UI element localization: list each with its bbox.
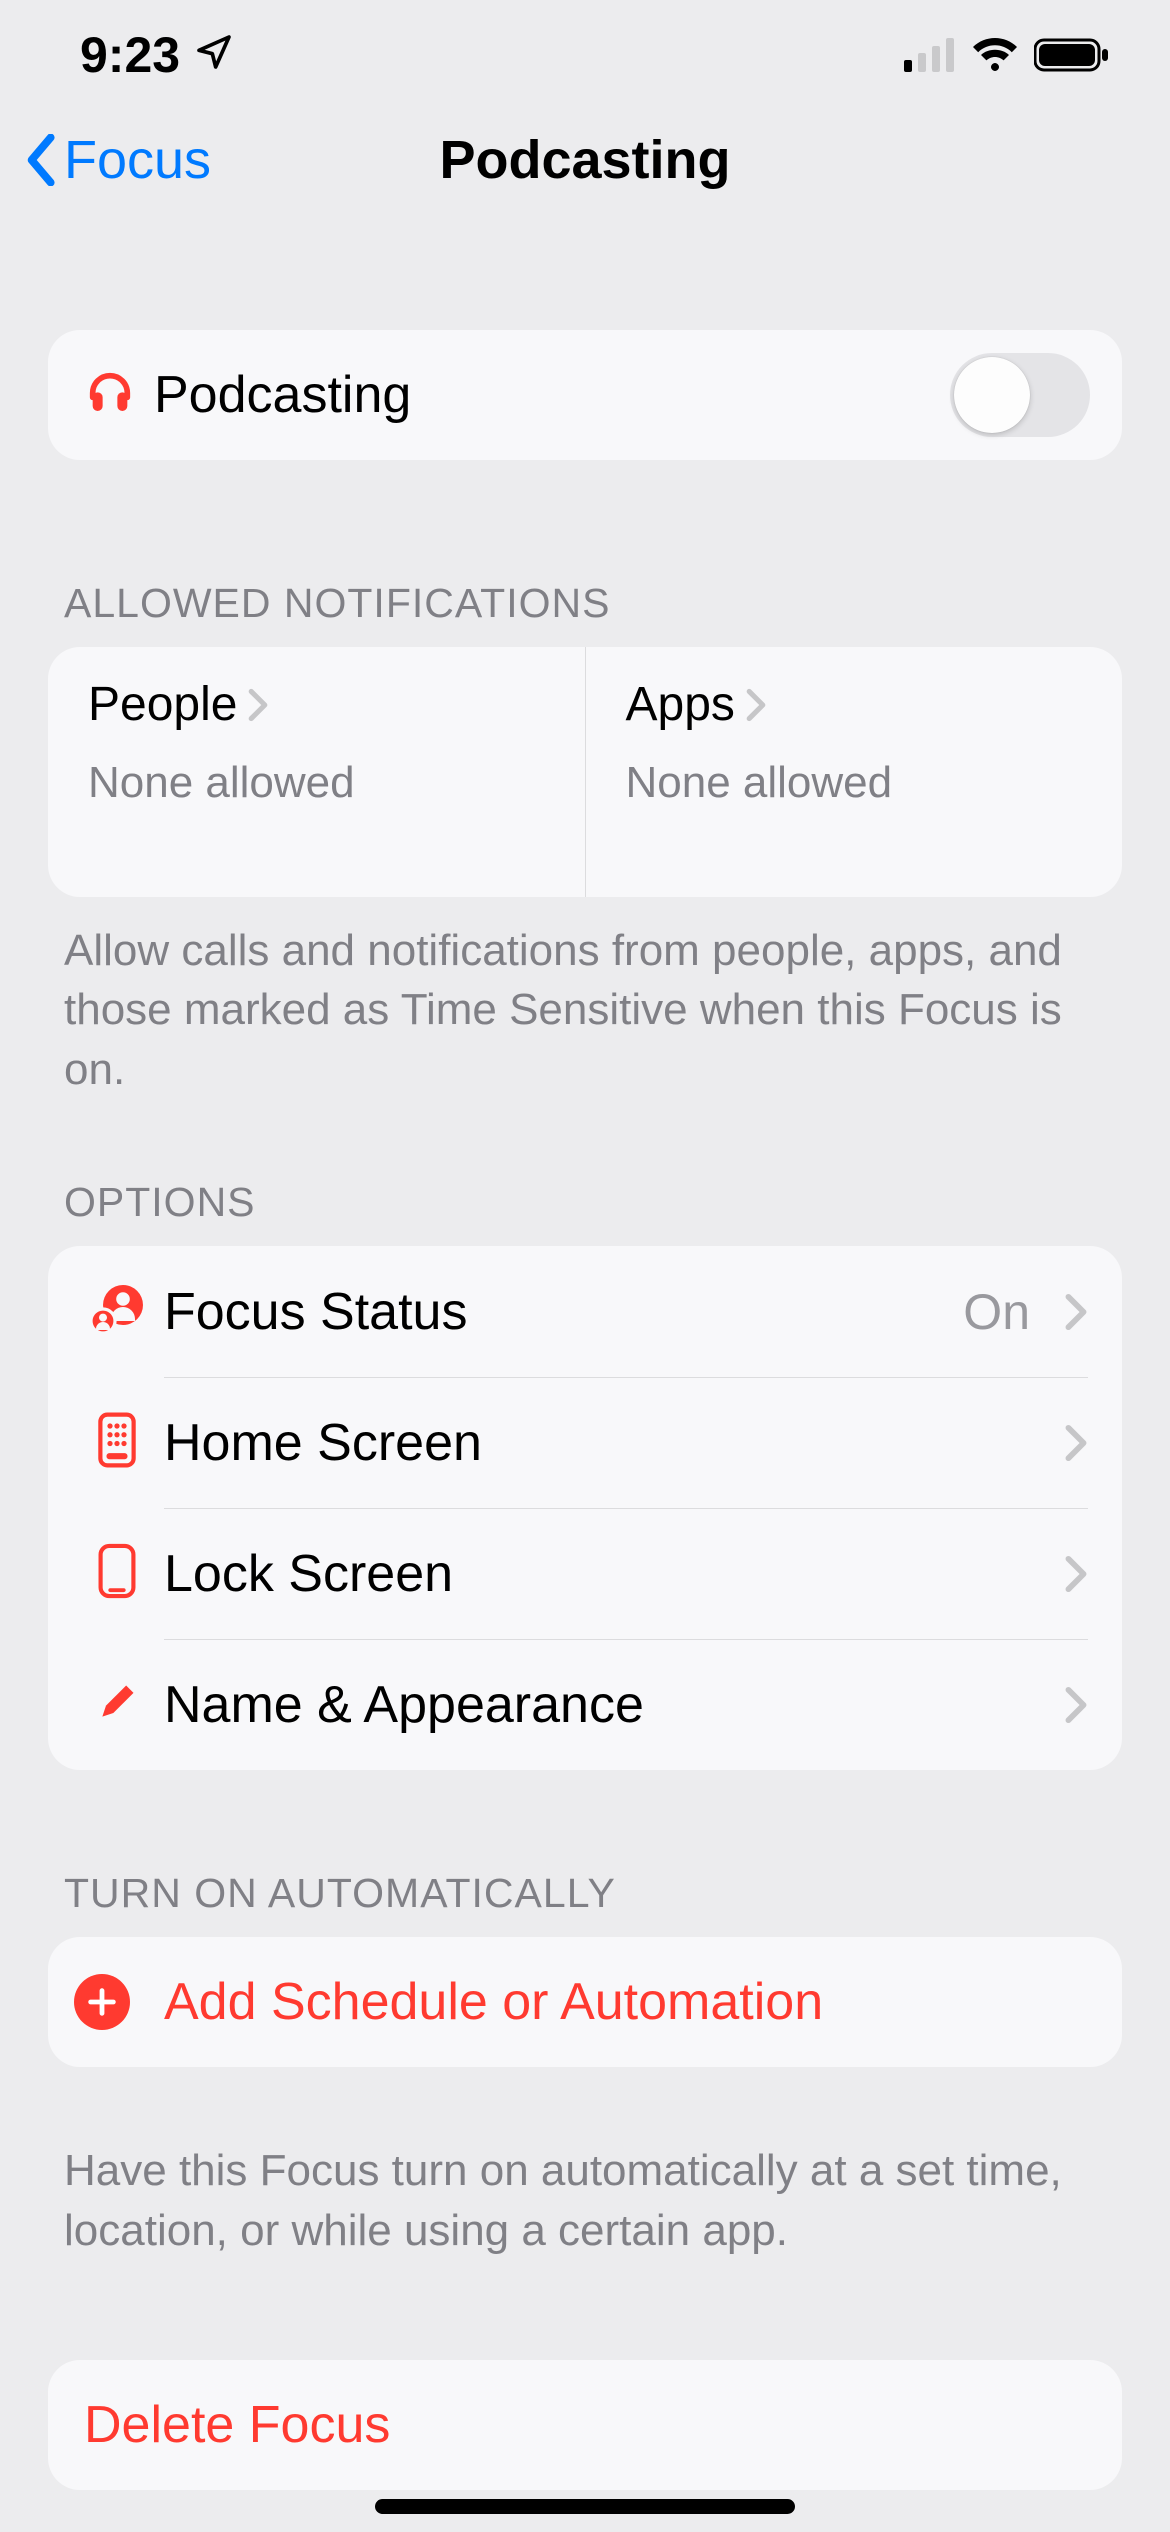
row-label: Name & Appearance [164, 1675, 1030, 1735]
home-indicator[interactable] [375, 2499, 795, 2514]
status-time: 9:23 [80, 26, 180, 84]
delete-focus-button[interactable]: Delete Focus [48, 2360, 1122, 2490]
add-schedule-button[interactable]: Add Schedule or Automation [48, 1937, 1122, 2067]
lock-screen-icon [98, 1543, 136, 1604]
allowed-people-button[interactable]: People None allowed [48, 647, 585, 897]
switch-knob [954, 357, 1030, 433]
back-label: Focus [64, 129, 211, 191]
chevron-right-icon [1064, 1555, 1088, 1593]
wifi-icon [970, 37, 1020, 73]
row-value: On [963, 1283, 1030, 1341]
automation-group: Add Schedule or Automation [48, 1937, 1122, 2067]
plus-circle-icon [74, 1974, 130, 2030]
nav-bar: Focus Podcasting [0, 110, 1170, 210]
allowed-people-value: None allowed [88, 758, 545, 808]
location-icon [194, 26, 234, 84]
page-title: Podcasting [439, 129, 730, 191]
home-screen-row[interactable]: Home Screen [48, 1377, 1122, 1508]
chevron-right-icon [247, 688, 269, 722]
automation-section-header: TURN ON AUTOMATICALLY [48, 1870, 1122, 1937]
row-label: Focus Status [164, 1282, 943, 1342]
cellular-icon [904, 38, 956, 72]
automation-footer: Have this Focus turn on automatically at… [48, 2117, 1122, 2260]
focus-toggle-switch[interactable] [950, 353, 1090, 437]
back-button[interactable]: Focus [24, 110, 211, 210]
allowed-apps-value: None allowed [626, 758, 1083, 808]
lock-screen-row[interactable]: Lock Screen [48, 1508, 1122, 1639]
delete-label: Delete Focus [84, 2395, 390, 2455]
focus-toggle-group: Podcasting [48, 330, 1122, 460]
allowed-section-header: ALLOWED NOTIFICATIONS [48, 580, 1122, 647]
allowed-group: People None allowed Apps None allowed [48, 647, 1122, 897]
chevron-right-icon [1064, 1686, 1088, 1724]
allowed-people-label: People [88, 677, 237, 732]
pencil-icon [95, 1680, 139, 1729]
delete-group: Delete Focus [48, 2360, 1122, 2490]
focus-toggle-row: Podcasting [48, 330, 1122, 460]
name-appearance-row[interactable]: Name & Appearance [48, 1639, 1122, 1770]
home-screen-icon [97, 1412, 137, 1473]
options-group: Focus Status On [48, 1246, 1122, 1770]
row-label: Lock Screen [164, 1544, 1030, 1604]
status-bar: 9:23 [0, 0, 1170, 110]
chevron-left-icon [24, 134, 60, 186]
chevron-right-icon [1064, 1424, 1088, 1462]
row-label: Home Screen [164, 1413, 1030, 1473]
options-section-header: OPTIONS [48, 1179, 1122, 1246]
headphones-icon [84, 367, 136, 424]
chevron-right-icon [745, 688, 767, 722]
allowed-apps-button[interactable]: Apps None allowed [585, 647, 1123, 897]
add-schedule-label: Add Schedule or Automation [164, 1972, 823, 2032]
focus-status-row[interactable]: Focus Status On [48, 1246, 1122, 1377]
focus-toggle-label: Podcasting [154, 365, 950, 425]
chevron-right-icon [1064, 1293, 1088, 1331]
battery-icon [1034, 37, 1110, 73]
focus-status-icon [89, 1281, 145, 1342]
allowed-footer: Allow calls and notifications from peopl… [48, 897, 1122, 1099]
allowed-apps-label: Apps [626, 677, 735, 732]
